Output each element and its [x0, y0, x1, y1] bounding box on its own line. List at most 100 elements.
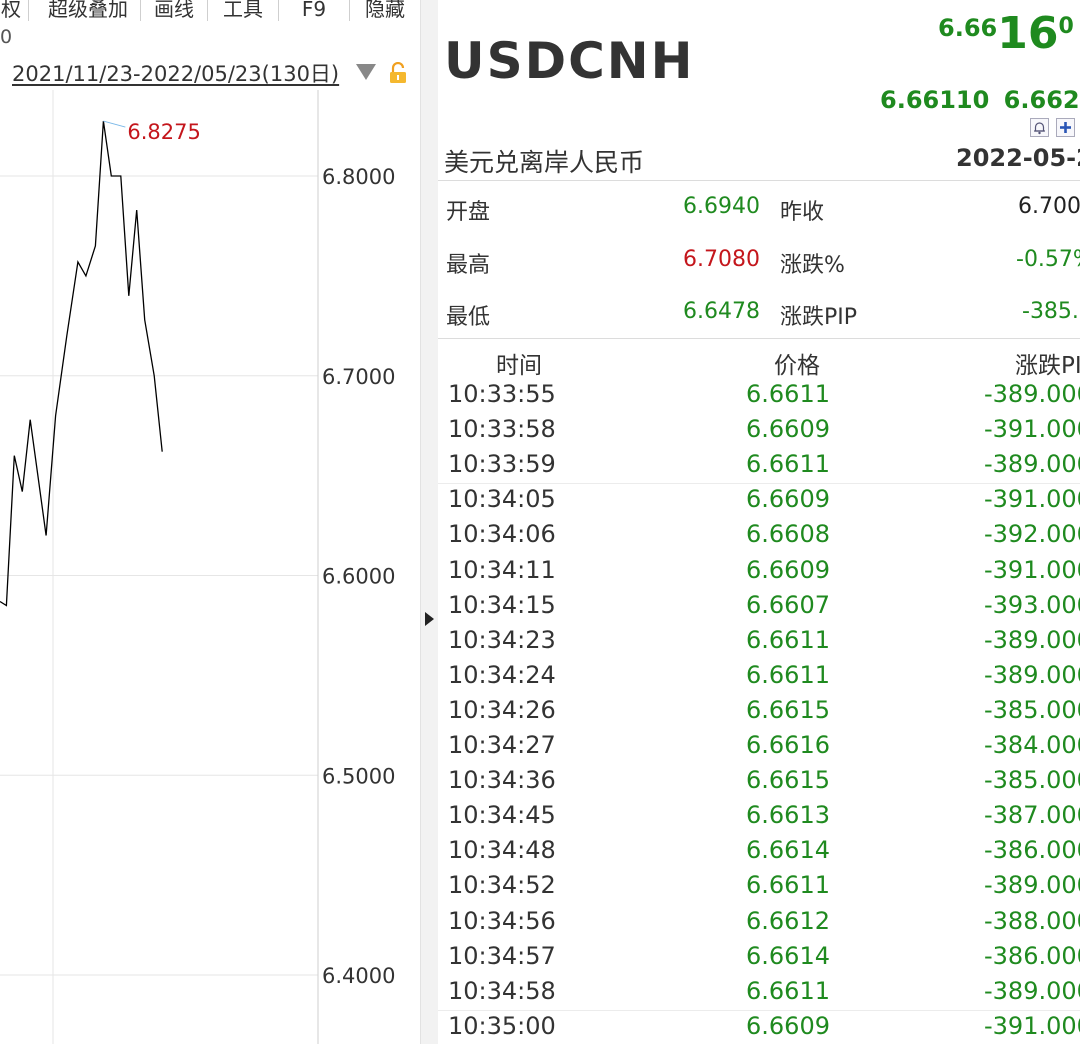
tick-time: 10:33:58: [448, 415, 556, 444]
symbol-title: USDCNH: [444, 32, 695, 90]
tick-row: 10:34:52 6.6611 -389.000: [438, 871, 1080, 906]
high-value: 6.7080: [683, 247, 760, 272]
tick-row: 10:34:58 6.6611 -389.000: [438, 977, 1080, 1012]
bid-ask: 6.66110 6.66200: [880, 86, 1080, 114]
open-label: 开盘: [446, 200, 491, 225]
tick-change: -393.000: [984, 590, 1080, 619]
tick-price: 6.6607: [746, 590, 830, 619]
tick-price: 6.6615: [746, 766, 830, 795]
tick-time: 10:35:00: [448, 1011, 556, 1040]
toolbar-rights-button[interactable]: 权: [0, 0, 29, 21]
quote-panel: USDCNH 6.66160 6.66110 6.66200 美元兑离岸人民币 …: [438, 0, 1080, 1044]
tick-row: 10:34:56 6.6612 -388.000: [438, 907, 1080, 942]
tick-row: 10:34:15 6.6607 -393.000: [438, 591, 1080, 626]
date-range-selector[interactable]: 2021/11/23-2022/05/23(130日): [12, 58, 339, 88]
tick-time: 10:34:56: [448, 906, 556, 935]
collapse-arrow-icon[interactable]: [425, 612, 434, 626]
toolbar-f9-button[interactable]: F9: [279, 0, 350, 21]
bell-icon[interactable]: [1030, 118, 1049, 137]
toolbar-super-overlay-button[interactable]: 超级叠加: [36, 0, 141, 21]
tick-price: 6.6608: [746, 520, 830, 549]
lock-icon[interactable]: [388, 62, 408, 84]
tick-row: 10:34:05 6.6609 -391.000: [438, 485, 1080, 520]
tick-time: 10:34:57: [448, 941, 556, 970]
tick-price: 6.6614: [746, 941, 830, 970]
tick-change: -391.000: [984, 485, 1080, 514]
tick-price: 6.6611: [746, 660, 830, 689]
tick-price: 6.6611: [746, 625, 830, 654]
series-line: [0, 121, 163, 607]
chart-toolbar: 权 超级叠加 画线 工具 F9 隐藏: [0, 0, 420, 22]
instrument-name: 美元兑离岸人民币: [444, 148, 645, 177]
tick-change: -384.000: [984, 731, 1080, 759]
y-tick-label: 6.5000: [322, 764, 395, 788]
tick-time: 10:34:11: [448, 555, 556, 584]
tick-change: -389.000: [984, 625, 1080, 654]
toolbar-hide-button[interactable]: 隐藏: [350, 0, 420, 21]
tick-change: -389.000: [984, 450, 1080, 479]
toolbar-tools-button[interactable]: 工具: [208, 0, 279, 21]
tick-row: 10:34:11 6.6609 -391.000: [438, 556, 1080, 591]
column-header-change: 涨跌PIP: [1015, 353, 1080, 379]
last-price-prefix: 6.66: [938, 14, 998, 42]
tick-change: -391.000: [984, 415, 1080, 444]
tick-row: 10:34:06 6.6608 -392.000: [438, 520, 1080, 555]
last-price: 6.66160: [938, 8, 1074, 59]
y-tick-label: 6.6000: [322, 565, 395, 589]
tick-time: 10:34:24: [448, 660, 556, 689]
column-header-time: 时间: [496, 353, 542, 379]
tick-time: 10:34:45: [448, 801, 556, 830]
tick-row: 10:34:23 6.6611 -389.000: [438, 626, 1080, 661]
tick-time: 10:34:36: [448, 766, 556, 795]
tick-change: -385.000: [984, 766, 1080, 795]
tick-change: -389.000: [984, 871, 1080, 900]
tick-row: 10:34:27 6.6616 -384.000: [438, 731, 1080, 766]
tick-time: 10:34:52: [448, 871, 556, 900]
dropdown-arrow-icon[interactable]: [356, 64, 376, 80]
tick-time: 10:34:26: [448, 695, 556, 724]
tick-time: 10:34:58: [448, 976, 556, 1005]
change-pip-label: 涨跌PIP: [780, 305, 858, 330]
max-marker-line: [103, 120, 126, 128]
tick-change: -391.000: [984, 555, 1080, 584]
tick-change: -388.000: [984, 906, 1080, 935]
chart-panel: 6.8000 6.7000 6.6000 6.5000 6.4000 6.8275 权 超…: [0, 0, 420, 1044]
low-value: 6.6478: [683, 299, 760, 324]
row-separator: [438, 1009, 1080, 1011]
tick-row: 10:33:58 6.6609 -391.000: [438, 415, 1080, 450]
tick-change: -387.000: [984, 801, 1080, 830]
tick-time: 10:33:55: [448, 380, 556, 408]
tick-time: 10:34:15: [448, 590, 556, 619]
change-percent-value: -0.57%: [1016, 247, 1080, 272]
left-cut-label: 0: [0, 26, 13, 48]
tick-price: 6.6609: [746, 555, 830, 584]
open-value: 6.6940: [683, 194, 760, 219]
tick-price: 6.6612: [746, 906, 830, 935]
tick-price: 6.6616: [746, 731, 830, 759]
tick-time: 10:34:27: [448, 731, 556, 759]
tick-time: 10:34:23: [448, 625, 556, 654]
tick-price: 6.6609: [746, 485, 830, 514]
tick-price: 6.6611: [746, 450, 830, 479]
plus-icon[interactable]: [1056, 118, 1075, 137]
tick-change: -391.000: [984, 1011, 1080, 1040]
toolbar-draw-line-button[interactable]: 画线: [141, 0, 208, 21]
tick-change: -386.000: [984, 941, 1080, 970]
last-price-main: 16: [997, 8, 1059, 59]
tick-row: 10:33:59 6.6611 -389.000: [438, 450, 1080, 485]
tick-change: -389.000: [984, 976, 1080, 1005]
row-separator: [438, 483, 1080, 485]
low-label: 最低: [446, 305, 491, 330]
tick-price: 6.6615: [746, 695, 830, 724]
prev-close-value: 6.7004: [1018, 194, 1080, 219]
divider-line: [438, 180, 1080, 181]
tick-time: 10:34:48: [448, 836, 556, 865]
tick-price: 6.6614: [746, 836, 830, 865]
y-tick-label: 6.8000: [322, 165, 395, 189]
y-tick-label: 6.7000: [322, 365, 395, 389]
tick-row: 10:34:36 6.6615 -385.000: [438, 766, 1080, 801]
tick-row: 10:34:26 6.6615 -385.000: [438, 696, 1080, 731]
y-tick-label: 6.4000: [322, 964, 395, 988]
tick-change: -385.000: [984, 695, 1080, 724]
panel-divider[interactable]: [420, 0, 439, 1044]
